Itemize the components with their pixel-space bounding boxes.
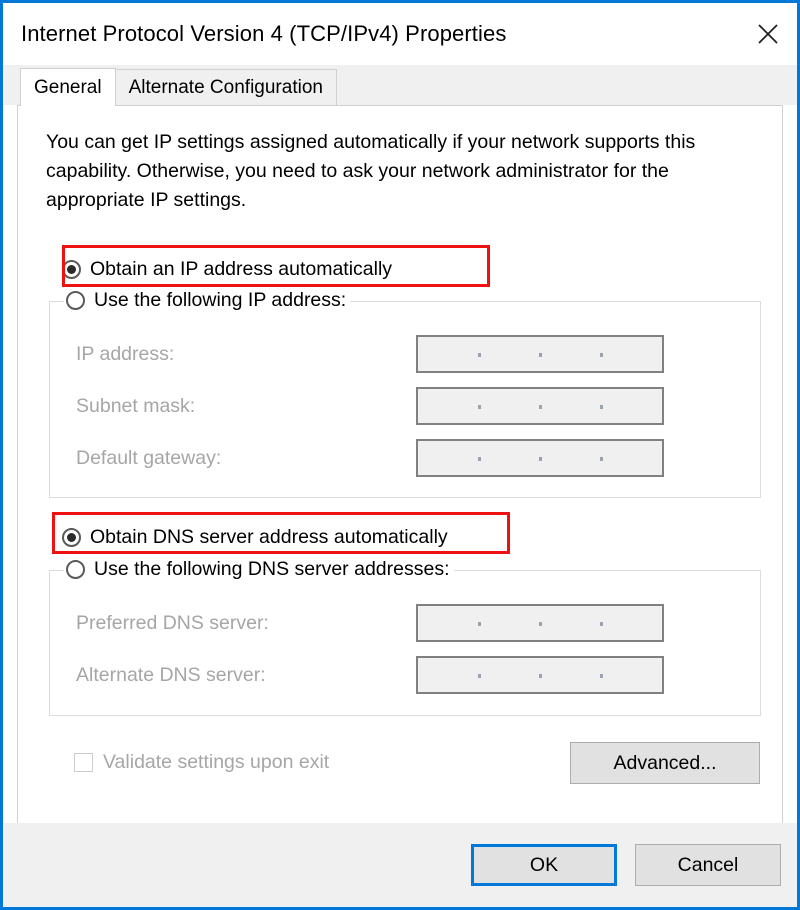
field-row-default-gateway: Default gateway: (76, 439, 664, 477)
cancel-button-label: Cancel (677, 853, 739, 876)
default-gateway-input[interactable] (416, 439, 664, 477)
ip-address-label: IP address: (76, 342, 175, 365)
title-bar: Internet Protocol Version 4 (TCP/IPv4) P… (3, 3, 797, 65)
tab-strip: General Alternate Configuration (3, 65, 797, 106)
advanced-button-label: Advanced... (613, 751, 717, 774)
page-title: Internet Protocol Version 4 (TCP/IPv4) P… (21, 21, 507, 46)
checkbox-indicator-validate-settings (74, 753, 93, 772)
radio-use-following-dns[interactable]: Use the following DNS server addresses: (64, 558, 454, 581)
radio-indicator-obtain-ip (62, 260, 81, 279)
field-row-subnet-mask: Subnet mask: (76, 387, 664, 425)
radio-use-following-dns-label: Use the following DNS server addresses: (94, 558, 450, 580)
field-row-preferred-dns: Preferred DNS server: (76, 604, 664, 642)
preferred-dns-input[interactable] (416, 604, 664, 642)
close-button[interactable] (739, 3, 797, 65)
tab-alternate-configuration[interactable]: Alternate Configuration (114, 69, 337, 105)
intro-text: You can get IP settings assigned automat… (46, 131, 696, 211)
radio-use-following-ip-label: Use the following IP address: (94, 289, 347, 311)
preferred-dns-separators (418, 606, 662, 640)
ip-address-group: Use the following IP address: IP address… (49, 289, 761, 498)
tcpip-properties-dialog: Internet Protocol Version 4 (TCP/IPv4) P… (0, 0, 800, 910)
subnet-mask-input[interactable] (416, 387, 664, 425)
subnet-mask-separators (418, 389, 662, 423)
dns-server-group: Use the following DNS server addresses: … (49, 558, 761, 716)
radio-obtain-dns-automatically[interactable]: Obtain DNS server address automatically (62, 526, 448, 549)
cancel-button[interactable]: Cancel (635, 844, 781, 886)
general-tab-panel: You can get IP settings assigned automat… (17, 105, 783, 823)
alternate-dns-separators (418, 658, 662, 692)
ip-address-separators (418, 337, 662, 371)
radio-indicator-obtain-dns (62, 528, 81, 547)
radio-use-following-ip[interactable]: Use the following IP address: (64, 289, 351, 312)
default-gateway-label: Default gateway: (76, 446, 222, 469)
checkbox-validate-settings-label: Validate settings upon exit (103, 751, 330, 773)
ok-button[interactable]: OK (471, 844, 617, 886)
preferred-dns-label: Preferred DNS server: (76, 611, 269, 634)
ok-button-label: OK (529, 853, 559, 876)
radio-indicator-use-following-ip (66, 291, 85, 310)
ip-address-input[interactable] (416, 335, 664, 373)
alternate-dns-label: Alternate DNS server: (76, 663, 266, 686)
radio-obtain-ip-automatically[interactable]: Obtain an IP address automatically (62, 258, 392, 281)
tab-general[interactable]: General (20, 68, 116, 106)
radio-obtain-ip-automatically-label: Obtain an IP address automatically (90, 258, 393, 280)
subnet-mask-label: Subnet mask: (76, 394, 196, 417)
checkbox-validate-settings[interactable]: Validate settings upon exit (74, 751, 329, 774)
tab-general-label: General (34, 76, 102, 98)
advanced-button[interactable]: Advanced... (570, 742, 760, 784)
default-gateway-separators (418, 441, 662, 475)
radio-obtain-dns-automatically-label: Obtain DNS server address automatically (90, 526, 448, 548)
field-row-ip-address: IP address: (76, 335, 664, 373)
close-icon (755, 21, 781, 47)
tab-alternate-configuration-label: Alternate Configuration (128, 76, 323, 98)
radio-indicator-use-following-dns (66, 560, 85, 579)
dialog-footer: OK Cancel (3, 823, 797, 907)
field-row-alternate-dns: Alternate DNS server: (76, 656, 664, 694)
alternate-dns-input[interactable] (416, 656, 664, 694)
